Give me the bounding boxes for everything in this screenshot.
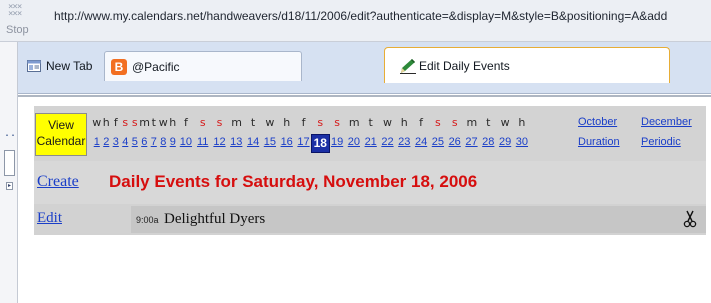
day-link[interactable]: 16 xyxy=(278,135,295,149)
day-link[interactable]: 30 xyxy=(514,135,531,149)
october-link[interactable]: October xyxy=(578,116,617,128)
weekday-letter: f xyxy=(419,116,424,129)
side-panel: ... ▸ xyxy=(0,42,22,303)
new-tab-icon xyxy=(27,60,41,72)
tab-edit-daily-events-label: Edit Daily Events xyxy=(419,58,510,73)
day-link[interactable]: 2 xyxy=(102,135,112,149)
day-link[interactable]: 19 xyxy=(329,135,346,149)
scissors-icon[interactable] xyxy=(683,210,697,228)
day-link[interactable]: 29 xyxy=(497,135,514,149)
day-links: 1 2 3 4 5 6 7 8 9 10 11 12 13 14 15 16 17 18 19 20 21 22 23 24 2… xyxy=(92,134,558,153)
weekday-letters: whfssmtwhfssmtwhfssmtwhfssmtwh xyxy=(92,116,558,132)
view-calendar-label-line2: Calendar xyxy=(36,134,86,148)
day-link[interactable]: 21 xyxy=(362,135,379,149)
weekday-letter: s xyxy=(122,116,129,129)
weekday-letter: s xyxy=(334,116,340,129)
day-link[interactable]: 7 xyxy=(149,135,159,149)
weekday-letter: s xyxy=(199,116,206,129)
weekday-letter: h xyxy=(400,116,408,129)
weekday-letter: w xyxy=(500,116,510,129)
side-panel-field[interactable] xyxy=(4,150,15,176)
day-link[interactable]: 17 xyxy=(295,135,312,149)
day-link[interactable]: 25 xyxy=(430,135,447,149)
weekday-letter: t xyxy=(151,116,156,129)
edit-pencil-icon xyxy=(400,58,416,74)
december-link[interactable]: December xyxy=(641,116,692,128)
weekday-letter: h xyxy=(102,116,110,129)
calendar-panel: View Calendar whfssmtwhfssmtwhfssmtwhfss… xyxy=(34,106,706,235)
day-link[interactable]: 13 xyxy=(228,135,245,149)
weekday-letter: h xyxy=(518,116,526,129)
edit-event-link[interactable]: Edit xyxy=(37,210,62,227)
event-time: 9:00a xyxy=(136,215,159,225)
periodic-link[interactable]: Periodic xyxy=(641,136,681,148)
day-link[interactable]: 12 xyxy=(211,135,228,149)
weekday-letter: w xyxy=(383,116,392,129)
day-link[interactable]: 5 xyxy=(130,135,140,149)
day-link[interactable]: 26 xyxy=(446,135,463,149)
blogger-icon: B xyxy=(111,58,127,75)
weekday-letter: m xyxy=(348,116,360,129)
weekday-letter: t xyxy=(486,116,491,129)
day-link[interactable]: 11 xyxy=(194,135,211,149)
day-link[interactable]: 4 xyxy=(121,135,131,149)
weekday-letter: w xyxy=(92,116,102,129)
weekday-letter: h xyxy=(169,116,177,129)
weekday-letter: s xyxy=(435,116,441,129)
weekday-letter: s xyxy=(317,116,324,129)
weekday-letter: w xyxy=(265,116,275,129)
day-link[interactable]: 6 xyxy=(140,135,150,149)
view-calendar-button[interactable]: View Calendar xyxy=(35,113,87,156)
day-link[interactable]: 10 xyxy=(178,135,195,149)
day-link[interactable]: 27 xyxy=(463,135,480,149)
stop-label: Stop xyxy=(6,24,29,36)
address-bar: ××× ××× Stop http://www.my.calendars.net/… xyxy=(0,0,711,42)
day-link[interactable]: 8 xyxy=(159,135,169,149)
day-link[interactable]: 3 xyxy=(111,135,121,149)
day-link[interactable]: 28 xyxy=(480,135,497,149)
weekday-letter: f xyxy=(301,116,306,129)
stop-icon: ××× ××× xyxy=(8,4,22,17)
tab-new-tab-label: New Tab xyxy=(46,59,93,73)
weekday-letter: t xyxy=(368,116,373,129)
weekday-letter: m xyxy=(466,116,478,129)
day-link[interactable]: 22 xyxy=(379,135,396,149)
weekday-letter: t xyxy=(250,116,256,129)
weekday-letter: s xyxy=(451,116,458,129)
tab-edit-daily-events[interactable]: Edit Daily Events xyxy=(384,47,670,83)
day-link[interactable]: 23 xyxy=(396,135,413,149)
weekday-letter: f xyxy=(183,116,188,129)
duration-link[interactable]: Duration xyxy=(578,136,620,148)
event-cell: 9:00a Delightful Dyers xyxy=(131,206,706,233)
weekday-letter: w xyxy=(158,116,168,129)
day-link[interactable]: 24 xyxy=(413,135,430,149)
day-link[interactable]: 14 xyxy=(245,135,262,149)
day-link-selected[interactable]: 18 xyxy=(310,134,330,153)
day-link[interactable]: 20 xyxy=(346,135,363,149)
heading-row: Create Daily Events for Saturday, Novemb… xyxy=(34,161,706,204)
event-row: Edit 9:00a Delightful Dyers xyxy=(34,204,706,235)
url-field[interactable]: http://www.my.calendars.net/handweavers/… xyxy=(54,9,711,23)
weekday-letter: m xyxy=(139,116,150,129)
weekday-letter: s xyxy=(131,116,138,129)
day-link[interactable]: 9 xyxy=(168,135,178,149)
day-link[interactable]: 15 xyxy=(262,135,279,149)
stop-button[interactable]: ××× ××× Stop xyxy=(0,0,36,42)
tab-pacific-label: @Pacific xyxy=(132,59,180,74)
tab-pacific[interactable]: B @Pacific xyxy=(104,51,302,81)
create-event-link[interactable]: Create xyxy=(37,173,79,191)
calendar-navigation: View Calendar whfssmtwhfssmtwhfssmtwhfss… xyxy=(34,106,706,161)
browser-window: ××× ××× Stop http://www.my.calendars.net/… xyxy=(0,0,711,303)
weekday-letter: s xyxy=(216,116,223,129)
tab-bar: New Tab B @Pacific Edit Daily Events xyxy=(18,42,711,94)
day-link[interactable]: 1 xyxy=(92,135,102,149)
event-title[interactable]: Delightful Dyers xyxy=(164,211,265,228)
view-calendar-label-line1: View xyxy=(48,118,74,132)
weekday-letter: m xyxy=(231,116,243,129)
page-title: Daily Events for Saturday, November 18, … xyxy=(109,172,478,191)
page-content: View Calendar whfssmtwhfssmtwhfssmtwhfss… xyxy=(18,95,711,303)
side-panel-arrow-icon[interactable]: ▸ xyxy=(6,182,13,190)
weekday-letter: f xyxy=(113,116,118,129)
weekday-letter: h xyxy=(283,116,291,129)
